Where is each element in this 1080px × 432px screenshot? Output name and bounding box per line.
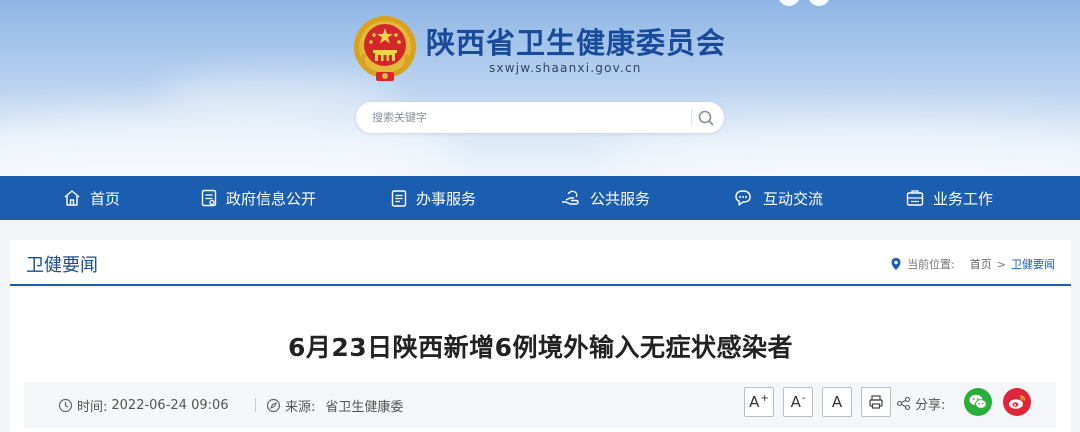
- article-source: 来源: 省卫生健康委: [266, 396, 403, 415]
- clock-icon: [58, 398, 73, 413]
- publish-time: 时间: 2022-06-24 09:06: [58, 396, 229, 415]
- wechat-icon: [969, 394, 987, 409]
- briefcase-icon: [906, 190, 924, 206]
- source-value: 省卫生健康委: [325, 400, 404, 415]
- nav-item-label: 互动交流: [763, 189, 824, 208]
- site-header: 陕西省卫生健康委员会 sxwjw.shaanxi.gov.cn: [0, 0, 1080, 176]
- font-large-label: A: [749, 393, 760, 411]
- top-utility-button[interactable]: [778, 0, 800, 6]
- article-title: 6月23日陕西新增6例境外输入无症状感染者: [287, 333, 794, 362]
- compass-icon: [266, 398, 281, 413]
- search-input[interactable]: [372, 108, 682, 127]
- nav-item-label: 公共服务: [590, 189, 651, 208]
- location-pin-icon: [891, 258, 901, 270]
- minus-sign: -: [801, 392, 806, 404]
- meta-divider: [255, 398, 256, 412]
- nav-item-public-services[interactable]: 公共服务: [560, 176, 650, 220]
- weibo-icon: [1009, 395, 1026, 409]
- chat-bubbles-icon: [735, 190, 751, 206]
- source-label: 来源:: [285, 400, 316, 415]
- share-section: 分享:: [896, 394, 945, 413]
- search-box: [356, 102, 724, 133]
- font-size-medium-button[interactable]: A-: [783, 387, 813, 417]
- nav-item-label: 业务工作: [933, 189, 994, 208]
- main-nav: 首页 政府信息公开 办事服务 公共服务 互动交流 业务工作: [0, 176, 1080, 220]
- document-list-icon: [201, 189, 217, 207]
- nav-item-business-work[interactable]: 业务工作: [905, 176, 993, 220]
- search-divider: [691, 109, 692, 126]
- time-label: 时间:: [77, 400, 108, 415]
- font-medium-label: A: [790, 393, 801, 411]
- national-emblem-logo: [354, 16, 416, 81]
- font-size-large-button[interactable]: A +: [744, 387, 774, 417]
- nav-item-label: 首页: [90, 189, 121, 208]
- nav-item-label: 办事服务: [416, 189, 477, 208]
- wechat-share-button[interactable]: [964, 388, 992, 416]
- plus-sign: +: [760, 392, 769, 404]
- breadcrumb-panel: 卫健要闻 当前位置: 首页 > 卫健要闻: [10, 240, 1071, 286]
- font-size-normal-button[interactable]: A: [822, 387, 852, 417]
- print-button[interactable]: [861, 387, 891, 417]
- share-label: 分享:: [915, 398, 946, 413]
- top-utility-button[interactable]: [808, 0, 830, 6]
- hand-service-icon: [562, 190, 579, 205]
- nav-item-interaction[interactable]: 互动交流: [733, 176, 823, 220]
- time-value: 2022-06-24 09:06: [111, 398, 229, 413]
- article-container: 6月23日陕西新增6例境外输入无症状感染者 时间: 2022-06-24 09:…: [10, 288, 1071, 432]
- home-icon: [64, 190, 80, 206]
- nav-item-government-info[interactable]: 政府信息公开: [200, 176, 316, 220]
- breadcrumb: 当前位置: 首页 > 卫健要闻: [890, 256, 1055, 272]
- clipboard-icon: [391, 190, 407, 207]
- nav-item-services[interactable]: 办事服务: [390, 176, 476, 220]
- article-meta-bar: 时间: 2022-06-24 09:06 来源: 省卫生健康委 A+ A- A: [24, 382, 1056, 428]
- breadcrumb-separator: >: [996, 257, 1006, 271]
- weibo-share-button[interactable]: [1003, 388, 1031, 416]
- breadcrumb-home-link[interactable]: 首页: [970, 256, 992, 272]
- nav-item-label: 政府信息公开: [226, 189, 317, 208]
- printer-icon: [869, 395, 883, 409]
- section-title: 卫健要闻: [26, 255, 98, 276]
- site-title[interactable]: 陕西省卫生健康委员会: [426, 20, 726, 62]
- nav-item-home[interactable]: 首页: [62, 176, 120, 220]
- site-domain: sxwjw.shaanxi.gov.cn: [489, 61, 642, 75]
- font-normal-label: A: [831, 393, 843, 411]
- search-icon[interactable]: [696, 108, 716, 128]
- top-utility-buttons: [778, 0, 830, 6]
- location-label: 当前位置:: [907, 258, 955, 271]
- breadcrumb-current-link[interactable]: 卫健要闻: [1011, 256, 1055, 272]
- share-icon: [896, 396, 911, 411]
